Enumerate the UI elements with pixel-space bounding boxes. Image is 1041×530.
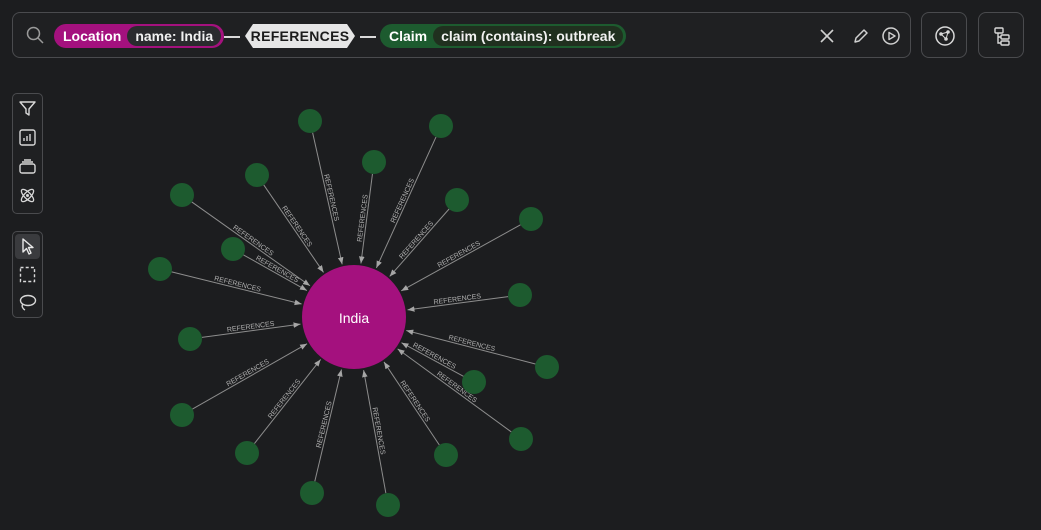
edge-label: REFERENCES	[411, 342, 457, 371]
claim-node[interactable]	[221, 237, 245, 261]
edge-label: REFERENCES	[226, 358, 271, 388]
edge-label: REFERENCES	[213, 275, 261, 293]
claim-node[interactable]	[245, 163, 269, 187]
edge-label: REFERENCES	[227, 321, 276, 334]
claim-node[interactable]	[170, 183, 194, 207]
edge-label: REFERENCES	[433, 293, 482, 306]
claim-node[interactable]	[376, 493, 400, 517]
claim-node[interactable]	[429, 114, 453, 138]
claim-node[interactable]	[300, 481, 324, 505]
edge-label: REFERENCES	[254, 255, 299, 285]
claim-node[interactable]	[508, 283, 532, 307]
claim-node[interactable]	[298, 109, 322, 133]
claim-node[interactable]	[509, 427, 533, 451]
claim-node[interactable]	[148, 257, 172, 281]
edge-label: REFERENCES	[437, 240, 483, 269]
edge-label: REFERENCES	[390, 177, 416, 224]
edge-label: REFERENCES	[267, 378, 302, 420]
claim-node[interactable]	[445, 188, 469, 212]
claim-node[interactable]	[434, 443, 458, 467]
center-node-label: India	[339, 310, 370, 326]
claim-node[interactable]	[462, 370, 486, 394]
claim-node[interactable]	[170, 403, 194, 427]
edge-label: REFERENCES	[398, 220, 435, 261]
claim-node[interactable]	[235, 441, 259, 465]
claim-node[interactable]	[178, 327, 202, 351]
edge-label: REFERENCES	[280, 205, 313, 249]
edge-label: REFERENCES	[448, 334, 496, 353]
claim-node[interactable]	[362, 150, 386, 174]
edge-label: REFERENCES	[357, 194, 370, 243]
edge-label: REFERENCES	[398, 380, 431, 424]
claim-node[interactable]	[519, 207, 543, 231]
edge-label: REFERENCES	[370, 407, 385, 456]
claim-node[interactable]	[535, 355, 559, 379]
graph-canvas[interactable]: REFERENCES REFERENCESREFERENCESREFERENCES…	[0, 0, 1041, 530]
center-node[interactable]: India	[302, 265, 406, 369]
